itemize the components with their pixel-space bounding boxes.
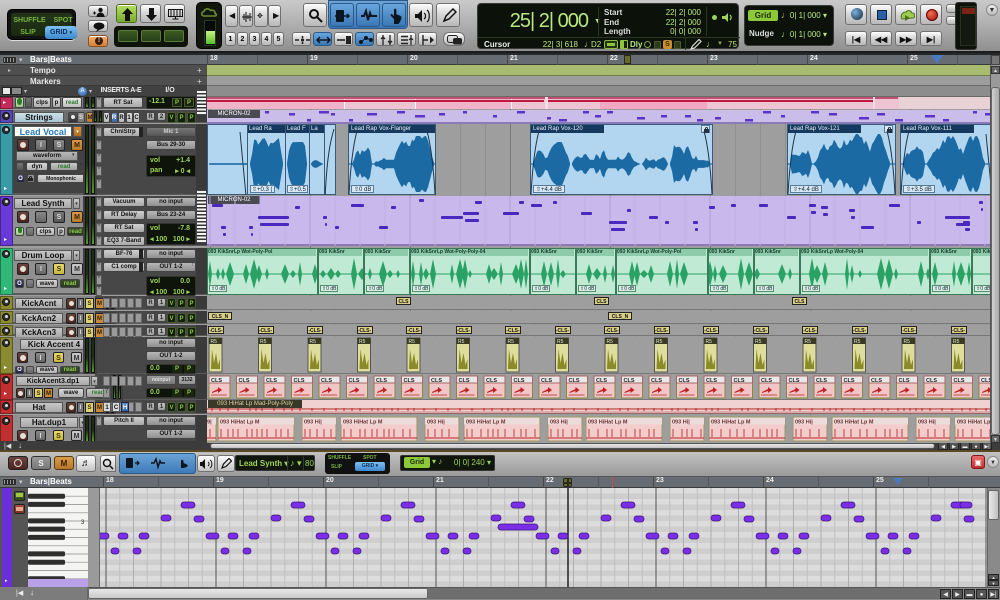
svg-text:CLS: CLS	[569, 378, 580, 384]
svg-text:CLS: CLS	[211, 378, 222, 384]
svg-text:R5: R5	[260, 339, 267, 345]
svg-text:CLS: CLS	[514, 378, 525, 384]
svg-text:CLS: CLS	[596, 378, 607, 384]
svg-text:R5: R5	[953, 339, 960, 345]
svg-text:R5: R5	[458, 339, 465, 345]
svg-text:R5: R5	[607, 339, 614, 345]
svg-text:R5: R5	[211, 339, 218, 345]
svg-text:R5: R5	[310, 339, 317, 345]
svg-text:CLS: CLS	[431, 378, 442, 384]
svg-text:CLS: CLS	[651, 378, 662, 384]
svg-text:CLS: CLS	[541, 378, 552, 384]
svg-text:093 Hi|: 093 Hi|	[795, 420, 813, 426]
svg-text:R5: R5	[904, 339, 911, 345]
svg-text:R5: R5	[656, 339, 663, 345]
svg-text:CLS: CLS	[239, 378, 250, 384]
svg-text:CLS: CLS	[871, 378, 882, 384]
svg-text:CLS: CLS	[954, 378, 965, 384]
svg-text:093 Hi|: 093 Hi|	[672, 420, 690, 426]
svg-text:CLS: CLS	[816, 378, 827, 384]
svg-text:R5: R5	[805, 339, 812, 345]
svg-text:093 Hi|: 093 Hi|	[550, 420, 568, 426]
svg-text:CLS: CLS	[459, 378, 470, 384]
svg-text:CLS: CLS	[486, 378, 497, 384]
svg-text:CLS: CLS	[321, 378, 332, 384]
svg-text:CLS: CLS	[899, 378, 910, 384]
svg-text:093 HiHat Lp M: 093 HiHat Lp M	[711, 420, 751, 426]
svg-text:CLS: CLS	[789, 378, 800, 384]
svg-text:CLS: CLS	[761, 378, 772, 384]
svg-text:CLS: CLS	[294, 378, 305, 384]
svg-text:093 HiHat Lp M: 093 HiHat Lp M	[343, 420, 383, 426]
svg-text:CLS: CLS	[926, 378, 937, 384]
svg-text:R5: R5	[409, 339, 416, 345]
svg-text:CLS: CLS	[734, 378, 745, 384]
svg-text:093 Hi|: 093 Hi|	[304, 420, 322, 426]
svg-text:093 HiHat Lp M: 093 HiHat Lp M	[466, 420, 506, 426]
svg-text:CLS: CLS	[404, 378, 415, 384]
svg-text:R5: R5	[706, 339, 713, 345]
svg-text:CLS: CLS	[679, 378, 690, 384]
svg-text:CLS: CLS	[266, 378, 277, 384]
svg-text:CLS: CLS	[624, 378, 635, 384]
svg-text:CLS: CLS	[349, 378, 360, 384]
svg-text:R5: R5	[854, 339, 861, 345]
svg-text:R5: R5	[359, 339, 366, 345]
svg-text:093 Hi|: 093 Hi|	[918, 420, 936, 426]
svg-text:CLS: CLS	[376, 378, 387, 384]
svg-text:CLS: CLS	[844, 378, 855, 384]
svg-text:09|: 09|	[207, 420, 212, 426]
svg-text:093 HiHat Lp M: 093 HiHat Lp M	[588, 420, 628, 426]
svg-text:R5: R5	[508, 339, 515, 345]
svg-text:CLS: CLS	[706, 378, 717, 384]
svg-text:093 HiHat Lp M: 093 HiHat Lp M	[220, 420, 260, 426]
svg-text:R5: R5	[755, 339, 762, 345]
svg-text:093 HiHat Lp M: 093 HiHat Lp M	[834, 420, 874, 426]
svg-text:R5: R5	[557, 339, 564, 345]
svg-text:093 Hi|: 093 Hi|	[427, 420, 445, 426]
